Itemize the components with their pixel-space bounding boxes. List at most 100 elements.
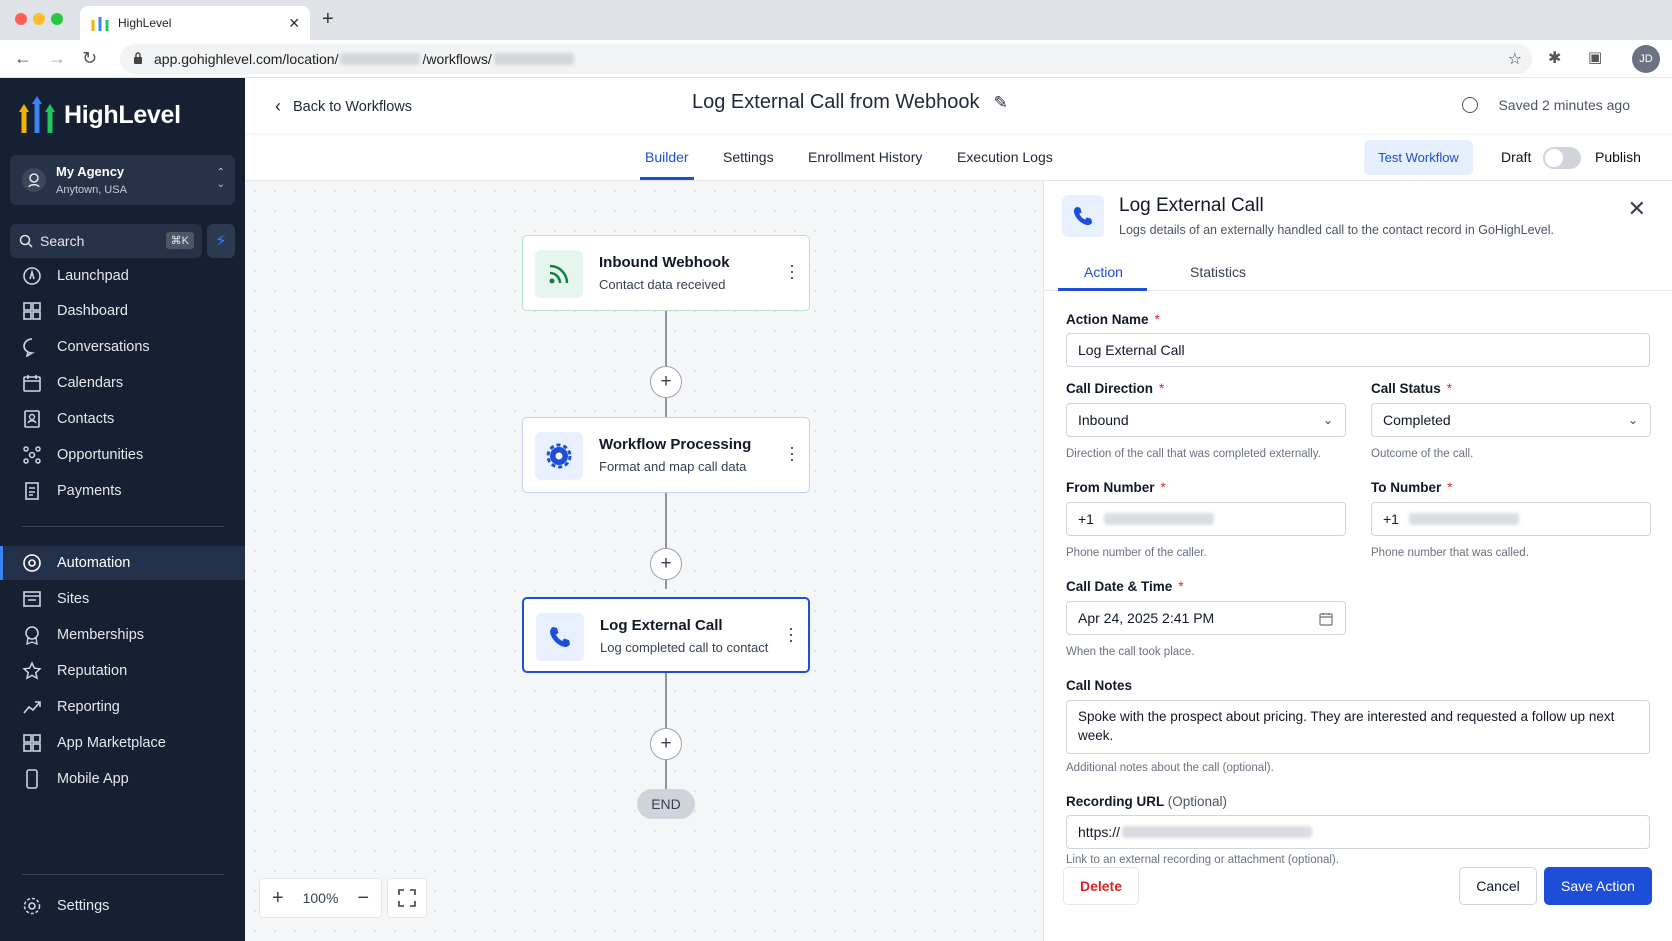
- sidebar-item-payments[interactable]: Payments: [0, 474, 245, 508]
- required-asterisk: *: [1154, 312, 1160, 327]
- reload-icon[interactable]: ↻: [82, 48, 97, 69]
- tab-statistics[interactable]: Statistics: [1190, 264, 1246, 280]
- sidebar-item-dashboard[interactable]: Dashboard: [0, 294, 245, 328]
- test-workflow-button[interactable]: Test Workflow: [1364, 140, 1473, 175]
- action-name-label: Action Name *: [1066, 312, 1160, 327]
- brand-logo[interactable]: HighLevel: [18, 96, 181, 134]
- tab-close-icon[interactable]: ✕: [288, 15, 300, 32]
- sidebar: HighLevel My Agency Anytown, USA ⌃ ⌄ Sear…: [0, 78, 245, 941]
- back-to-workflows-link[interactable]: ‹ Back to Workflows: [275, 96, 412, 117]
- sidebar-item-launchpad[interactable]: Launchpad: [0, 259, 245, 293]
- input-value: Apr 24, 2025 2:41 PM: [1078, 610, 1215, 626]
- to-number-input[interactable]: +1: [1371, 502, 1651, 536]
- maximize-window-button[interactable]: [51, 13, 63, 25]
- save-action-button[interactable]: Save Action: [1544, 867, 1652, 905]
- sidebar-item-label: App Marketplace: [57, 735, 166, 751]
- sites-icon: [22, 589, 42, 609]
- bookmark-star-icon[interactable]: ☆: [1508, 49, 1522, 69]
- sidebar-item-app-marketplace[interactable]: App Marketplace: [0, 726, 245, 760]
- draft-label: Draft: [1501, 149, 1532, 165]
- new-tab-icon[interactable]: +: [322, 8, 334, 31]
- call-direction-help: Direction of the call that was completed…: [1066, 448, 1321, 460]
- cancel-button[interactable]: Cancel: [1459, 867, 1537, 905]
- phone-icon: [1062, 195, 1104, 237]
- sidebar-item-label: Automation: [57, 555, 131, 571]
- search-icon: [19, 234, 33, 248]
- panel-subtitle: Logs details of an externally handled ca…: [1119, 223, 1554, 237]
- add-step-button[interactable]: +: [650, 366, 682, 398]
- node-title: Workflow Processing: [599, 436, 752, 453]
- more-vertical-icon[interactable]: · · ·: [788, 619, 794, 649]
- call-status-select[interactable]: Completed ⌄: [1371, 403, 1651, 437]
- tab-action[interactable]: Action: [1084, 264, 1123, 280]
- sidebar-item-memberships[interactable]: Memberships: [0, 618, 245, 652]
- from-number-help: Phone number of the caller.: [1066, 547, 1207, 559]
- profile-avatar[interactable]: JD: [1632, 45, 1660, 73]
- datetime-label: Call Date & Time *: [1066, 579, 1184, 594]
- fit-to-screen-button[interactable]: [387, 878, 427, 918]
- action-name-input[interactable]: Log External Call: [1066, 333, 1650, 367]
- quick-actions-bolt-icon[interactable]: ⚡: [207, 224, 235, 258]
- zoom-in-button[interactable]: +: [272, 887, 284, 910]
- recording-url-input[interactable]: https://: [1066, 815, 1650, 849]
- back-arrow-icon[interactable]: ←: [14, 48, 32, 69]
- add-step-button[interactable]: +: [650, 548, 682, 580]
- sidebar-item-contacts[interactable]: Contacts: [0, 402, 245, 436]
- sidebar-item-conversations[interactable]: Conversations: [0, 330, 245, 364]
- sidebar-item-reporting[interactable]: Reporting: [0, 690, 245, 724]
- search-input[interactable]: Search ⌘K: [10, 224, 202, 258]
- sidebar-item-label: Mobile App: [57, 771, 129, 787]
- sidebar-item-opportunities[interactable]: Opportunities: [0, 438, 245, 472]
- chat-icon: [22, 337, 42, 357]
- close-icon[interactable]: ✕: [1628, 196, 1646, 222]
- toggle-knob: [1545, 149, 1563, 167]
- add-step-button[interactable]: +: [650, 728, 682, 760]
- input-value: Log External Call: [1078, 342, 1185, 358]
- datetime-input[interactable]: Apr 24, 2025 2:41 PM: [1066, 601, 1346, 635]
- sidebar-item-reputation[interactable]: Reputation: [0, 654, 245, 688]
- tab-enrollment-history[interactable]: Enrollment History: [808, 149, 922, 165]
- node-inbound-webhook[interactable]: Inbound Webhook Contact data received · ·…: [522, 235, 810, 311]
- node-workflow-processing[interactable]: Workflow Processing Format and map call …: [522, 417, 810, 493]
- url-bar[interactable]: app.gohighlevel.com/location/ /workflows…: [120, 44, 1532, 74]
- workflow-canvas[interactable]: Inbound Webhook Contact data received · ·…: [245, 181, 1043, 941]
- forward-arrow-icon[interactable]: →: [48, 48, 66, 69]
- sidebar-item-label: Contacts: [57, 411, 115, 427]
- saved-status-text: Saved 2 minutes ago: [1498, 97, 1630, 113]
- sidebar-item-settings[interactable]: Settings: [0, 889, 245, 923]
- more-vertical-icon[interactable]: · · ·: [789, 438, 795, 468]
- mobile-icon: [22, 769, 42, 789]
- browser-tab[interactable]: HighLevel ✕: [80, 6, 310, 40]
- sidebar-item-label: Payments: [57, 483, 122, 499]
- tab-settings[interactable]: Settings: [723, 149, 774, 165]
- call-notes-textarea[interactable]: Spoke with the prospect about pricing. T…: [1066, 700, 1650, 754]
- more-vertical-icon[interactable]: · · ·: [789, 256, 795, 286]
- sidebar-item-sites[interactable]: Sites: [0, 582, 245, 616]
- extensions-puzzle-icon[interactable]: ✱: [1548, 48, 1561, 68]
- zoom-out-button[interactable]: −: [357, 887, 369, 910]
- sidebar-item-automation[interactable]: Automation: [0, 546, 245, 580]
- from-number-input[interactable]: +1: [1066, 502, 1346, 536]
- call-direction-select[interactable]: Inbound ⌄: [1066, 403, 1346, 437]
- sidebar-item-mobile-app[interactable]: Mobile App: [0, 762, 245, 796]
- agency-switcher[interactable]: My Agency Anytown, USA ⌃ ⌄: [10, 155, 235, 205]
- gear-icon: [535, 432, 583, 480]
- workflow-title: Log External Call from Webhook ✎: [692, 91, 1008, 114]
- side-panel-icon[interactable]: ▣: [1588, 48, 1602, 66]
- call-notes-help: Additional notes about the call (optiona…: [1066, 762, 1274, 774]
- node-log-external-call[interactable]: Log External Call Log completed call to …: [522, 597, 810, 673]
- publish-toggle[interactable]: [1543, 147, 1581, 169]
- delete-button[interactable]: Delete: [1063, 867, 1139, 905]
- highlevel-logo-icon: [19, 96, 55, 133]
- tab-builder[interactable]: Builder: [640, 149, 694, 180]
- end-node: END: [637, 789, 695, 819]
- edit-pencil-icon[interactable]: ✎: [994, 93, 1008, 113]
- url-redacted-workflow: [493, 53, 574, 65]
- minimize-window-button[interactable]: [33, 13, 45, 25]
- tab-execution-logs[interactable]: Execution Logs: [957, 149, 1053, 165]
- label-text: Recording URL: [1066, 794, 1165, 809]
- select-value: Inbound: [1078, 412, 1129, 428]
- sidebar-item-calendars[interactable]: Calendars: [0, 366, 245, 400]
- close-window-button[interactable]: [15, 13, 27, 25]
- calendar-icon[interactable]: [1319, 612, 1333, 626]
